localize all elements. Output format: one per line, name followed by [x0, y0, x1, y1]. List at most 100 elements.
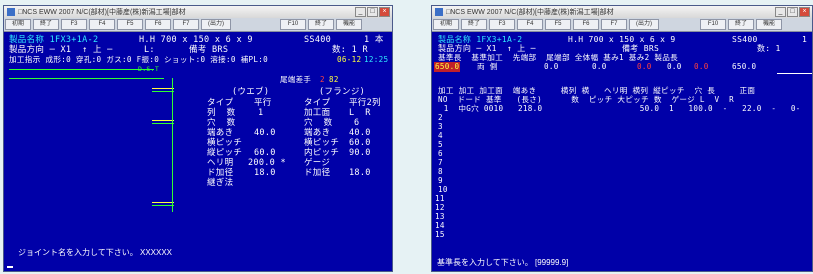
- diagram-marker: [152, 205, 174, 206]
- param-label: 内ピッチ: [304, 148, 340, 158]
- fkey-button[interactable]: 終了: [33, 19, 59, 30]
- length-label: L:: [144, 45, 155, 55]
- row-number: 7: [438, 158, 443, 167]
- param-value[interactable]: 90.0: [349, 148, 371, 158]
- fkey-button[interactable]: F4: [89, 19, 115, 30]
- tip-length: 0.0: [544, 62, 559, 71]
- param-label: 加工面: [304, 108, 331, 118]
- param-value[interactable]: 6: [354, 118, 359, 128]
- row-number: 10: [438, 185, 448, 194]
- input-prompt[interactable]: 基準長を入力して下さい。 [99999.9]: [437, 257, 568, 268]
- row-number: 13: [435, 212, 445, 221]
- material: SS400: [732, 35, 758, 44]
- dst-marker: D.S.T: [138, 65, 160, 73]
- output-button[interactable]: (出力): [201, 19, 231, 30]
- maximize-icon[interactable]: □: [367, 7, 378, 17]
- param-value[interactable]: 平行: [254, 98, 272, 108]
- time: 12:25: [364, 55, 389, 64]
- row-number: 15: [435, 230, 445, 239]
- quantity: 1 本: [364, 35, 384, 45]
- diagram-marker: [152, 88, 174, 89]
- param-value[interactable]: 平行2列: [349, 98, 381, 108]
- count: 数: 1: [757, 44, 781, 53]
- maximize-icon[interactable]: □: [787, 7, 798, 17]
- param-value[interactable]: 1: [258, 108, 263, 118]
- fkey-button[interactable]: F6: [145, 19, 171, 30]
- minimize-icon[interactable]: _: [355, 7, 366, 17]
- param-value[interactable]: L R: [349, 108, 371, 118]
- function-button[interactable]: 機能: [756, 19, 782, 30]
- param-value[interactable]: 18.0: [349, 168, 371, 178]
- product-direction: 製品方向 ─ X1 ↑ 上 ─: [9, 45, 113, 55]
- param-label: 穴 数: [207, 118, 236, 128]
- param-label: ド加径: [207, 168, 234, 178]
- hole-row-1[interactable]: 1 中G穴 0010 218.0 50.0 1 100.0 - 22.0 - 0…: [434, 104, 801, 114]
- flange-heading: (フランジ): [319, 87, 366, 97]
- product-name: 製品名称 1FX3+1A-2: [9, 35, 99, 45]
- param-label: 穴 数: [304, 118, 333, 128]
- param-value[interactable]: 60.0: [254, 148, 276, 158]
- row-number: 3: [438, 122, 443, 131]
- flange-value: 82: [329, 75, 339, 84]
- diagram-marker: [152, 202, 174, 203]
- quantity: 1: [802, 35, 808, 44]
- section-size: H.H 700 x 150 x 6 x 9: [139, 35, 253, 45]
- fkey-button[interactable]: F5: [545, 19, 571, 30]
- fkey-button[interactable]: F3: [489, 19, 515, 30]
- param-label: 縦ピッチ: [207, 148, 243, 158]
- param-label: タイプ: [207, 98, 234, 108]
- row-number: 14: [435, 221, 445, 230]
- base-length-input[interactable]: 650.0: [434, 62, 461, 72]
- close-icon[interactable]: ×: [799, 7, 810, 17]
- fkey-button[interactable]: F7: [173, 19, 199, 30]
- row-number: 5: [438, 140, 443, 149]
- close-icon[interactable]: ×: [379, 7, 390, 17]
- fkey-button[interactable]: F3: [61, 19, 87, 30]
- row-number: 2: [438, 113, 443, 122]
- cad-window-hole-list: □NCS EWW 2007 N/C(部材)[中藤産(株)新潟工場]部材 _ □ …: [431, 5, 813, 272]
- minimize-icon[interactable]: _: [775, 7, 786, 17]
- window-title: □NCS EWW 2007 N/C(部材)[中藤産(株)新潟工場]部材: [18, 9, 186, 16]
- fkey-button[interactable]: F6: [573, 19, 599, 30]
- flange-label: 尾端差手: [280, 75, 312, 84]
- param-value[interactable]: 40.0: [349, 128, 371, 138]
- app-icon: [7, 8, 15, 16]
- fkey-button[interactable]: F10: [280, 19, 306, 30]
- product-length: 650.0: [732, 62, 757, 71]
- param-label: ヘリ明: [207, 158, 234, 168]
- param-label: ゲージ: [304, 158, 331, 168]
- exit-button[interactable]: 終了: [308, 19, 334, 30]
- function-button[interactable]: 機能: [336, 19, 362, 30]
- diagram-marker: [152, 120, 174, 121]
- base-2: 0.0: [694, 62, 709, 71]
- fkey-button[interactable]: F5: [117, 19, 143, 30]
- fkey-button[interactable]: 初期: [5, 19, 31, 30]
- total-width: 0.0: [637, 62, 652, 71]
- fkey-button[interactable]: F10: [700, 19, 726, 30]
- fkey-button[interactable]: 初期: [433, 19, 459, 30]
- output-button[interactable]: (出力): [629, 19, 659, 30]
- fkey-button[interactable]: F4: [517, 19, 543, 30]
- diagram-line-vertical: [172, 78, 173, 212]
- diagram-line: [9, 78, 164, 79]
- row-number: 11: [435, 194, 445, 203]
- param-label: 横ピッチ: [304, 138, 340, 148]
- fkey-button[interactable]: F7: [601, 19, 627, 30]
- param-label: 端あき: [207, 128, 234, 138]
- param-label: 列 数: [207, 108, 236, 118]
- exit-button[interactable]: 終了: [728, 19, 754, 30]
- param-value[interactable]: 18.0: [254, 168, 276, 178]
- param-value[interactable]: 60.0: [349, 138, 371, 148]
- function-key-toolbar: 初期 終了 F3 F4 F5 F6 F7 (出力) F10 終了 機能: [4, 18, 392, 32]
- param-value[interactable]: 40.0: [254, 128, 276, 138]
- flange-marker: 2: [320, 75, 325, 84]
- param-value[interactable]: 200.0 *: [248, 158, 286, 168]
- window-title: □NCS EWW 2007 N/C(部材)[中藤産(株)新潟工場]部材: [446, 9, 614, 16]
- remarks: 備考 BRS: [189, 45, 229, 55]
- row-number: 6: [438, 149, 443, 158]
- tail-length: 0.0: [592, 62, 607, 71]
- app-icon: [435, 8, 443, 16]
- fkey-button[interactable]: 終了: [461, 19, 487, 30]
- input-prompt[interactable]: ジョイント名を入力して下さい。 XXXXXX: [18, 247, 172, 258]
- diagram-line: [9, 69, 154, 70]
